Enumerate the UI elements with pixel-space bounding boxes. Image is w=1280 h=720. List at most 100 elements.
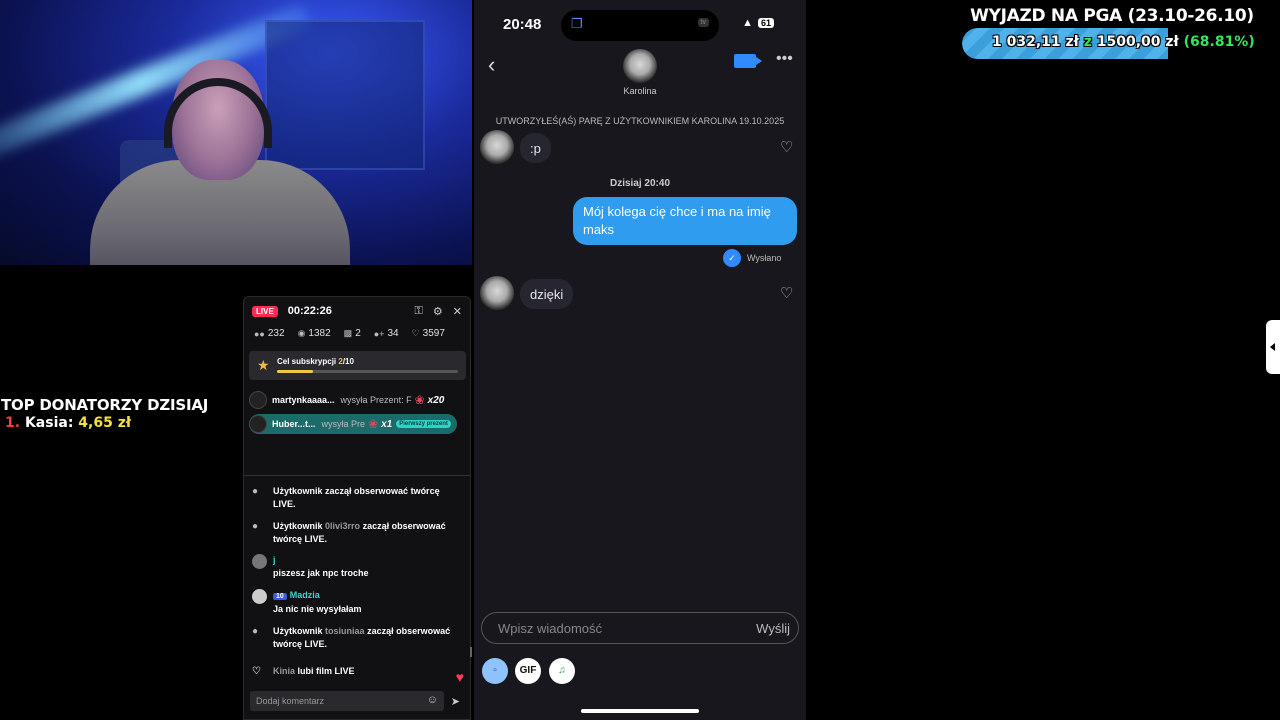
rose-icon: ❀ (368, 417, 379, 431)
donors-title: TOP DONATORZY DZISIAJ (1, 396, 209, 414)
status-time: 20:48 (503, 16, 542, 33)
sub-goal-track (277, 370, 458, 373)
scrollbar[interactable] (470, 647, 472, 657)
avatar (252, 589, 267, 604)
back-icon[interactable]: ‹ (488, 52, 495, 78)
chat-user: Użytkownik (273, 486, 323, 496)
comment-placeholder: Dodaj komentarz (256, 696, 325, 706)
goal-current: 1 032,11 zł (992, 34, 1079, 50)
gift-row: Huber...t... wysyła Pre ❀ x1 Pierwszy pr… (249, 414, 457, 434)
contact-avatar[interactable] (623, 49, 657, 83)
goal-separator: z (1083, 34, 1092, 50)
gift-user: martynkaaaa... (272, 395, 335, 405)
date-separator: Dzisiaj 20:40 (609, 178, 671, 189)
follow-icon: ● (252, 486, 259, 497)
top-donors: TOP DONATORZY DZISIAJ 1. Kasia: 4,65 zł (1, 396, 208, 431)
stat-followers: ●+ 34 (374, 328, 399, 339)
gift-action: wysyła Prezent: F (340, 395, 412, 405)
gif-button[interactable]: GIF (515, 658, 541, 684)
chat-text: Kinia lubi film LIVE (273, 665, 464, 678)
send-button[interactable]: Wyślij (756, 621, 790, 636)
chat-user: Użytkownik (273, 626, 323, 636)
heart-outline-icon: ♡ (252, 666, 261, 677)
heart-outline-icon: ♡ (411, 328, 420, 338)
donor-rank: 1. (5, 415, 21, 431)
battery-icon: 61 (757, 18, 774, 28)
stat-views: ◉ 1382 (298, 328, 331, 339)
contact-name[interactable]: Karolina (594, 86, 686, 96)
like-icon[interactable]: ♡ (780, 284, 793, 302)
wifi-icon: ▲ (742, 17, 753, 29)
chat-text: Użytkownik 0livi3rro zaczął obserwować t… (273, 520, 464, 546)
chat-body: Ja nic nie wysyłałam (273, 604, 362, 614)
chat-text: j piszesz jak npc troche (273, 554, 464, 580)
sub-goal-total: /10 (342, 357, 354, 366)
message-placeholder: Wpisz wiadomość (498, 621, 603, 636)
chat-message: 10 Madzia Ja nic nie wysyłałam (252, 589, 464, 616)
chat-user: j (273, 555, 276, 565)
emoji-icon[interactable]: ☺ (427, 694, 438, 706)
avatar[interactable] (480, 130, 514, 164)
settings-icon[interactable]: ⚙ (433, 305, 443, 318)
live-panel: LIVE 00:22:26 ⚿ ⚙ ✕ ●● 232 ◉ 1382 ▩ 2 ●+ 34 … (243, 296, 472, 720)
gift-row: martynkaaaa... wysyła Prezent: F ❀ x20 (249, 390, 444, 410)
live-timer: 00:22:26 (287, 305, 332, 317)
message-input[interactable]: Wpisz wiadomość Wyślij (481, 612, 799, 644)
viewers-icon: ●● (254, 328, 265, 339)
heart-icon: ♥ (455, 669, 464, 685)
live-controls: ⚿ ⚙ ✕ (415, 305, 462, 318)
chat-body: lubi film LIVE (297, 666, 355, 676)
incoming-message[interactable]: dzięki (520, 279, 574, 309)
sticker-icon[interactable]: ▫ (482, 658, 508, 684)
avatar[interactable] (480, 276, 514, 310)
chat-text: 10 Madzia Ja nic nie wysyłałam (273, 589, 464, 616)
divider (244, 475, 470, 476)
more-icon[interactable]: ••• (776, 50, 793, 68)
comment-input[interactable]: Dodaj komentarz ☺ (250, 691, 444, 711)
side-panel-toggle[interactable] (1266, 320, 1280, 374)
donor-amount: 4,65 zł (78, 415, 132, 431)
chat-message: ♡ Kinia lubi film LIVE (252, 665, 464, 678)
sent-label: Wysłano (747, 253, 782, 263)
live-stats: ●● 232 ◉ 1382 ▩ 2 ●+ 34 ♡ 3597 (254, 328, 445, 339)
goal-target: 1500,00 zł (1096, 34, 1179, 50)
goal-percent: (68.81%) (1183, 34, 1255, 50)
stat-viewers: ●● 232 (254, 328, 285, 339)
subscription-goal[interactable]: ★ Cel subskrypcji 2/10 (249, 351, 466, 380)
video-call-icon[interactable] (734, 54, 762, 68)
views-count: 1382 (308, 328, 331, 339)
outgoing-message[interactable]: Mój kolega cię chce i ma na imię maks (573, 197, 797, 245)
sub-goal-fill (277, 370, 314, 373)
incoming-message[interactable]: :p (520, 133, 551, 163)
chat-message: ● Użytkownik tosiuniaa zaczął obserwować… (252, 625, 464, 651)
chat-user: Kinia (273, 666, 296, 676)
chat-text: Użytkownik tosiuniaa zaczął obserwować t… (273, 625, 464, 651)
chat-message: ● Użytkownik 0livi3rro zaczął obserwować… (252, 520, 464, 546)
like-icon[interactable]: ♡ (780, 138, 793, 156)
live-header: LIVE 00:22:26 ⚿ ⚙ ✕ (252, 303, 462, 319)
chat-text: Użytkownik zaczął obserwować twórcę LIVE… (273, 485, 464, 511)
star-icon: ★ (257, 357, 270, 373)
chat-handle: tosiuniaa (325, 626, 365, 636)
gift-count: x20 (427, 394, 445, 406)
goal-bar: 1 032,11 zł z 1500,00 zł (68.81%) (962, 28, 1262, 59)
music-icon[interactable]: ♫ (549, 658, 575, 684)
stat-gifts: ▩ 2 (344, 328, 361, 339)
screen-share-icon: ❐ (571, 16, 583, 31)
chat-message: ● Użytkownik zaczął obserwować twórcę LI… (252, 485, 464, 511)
phone-screen: 20:48 ❐ tv ▲ 61 ‹ Karolina ••• UTWORZYŁE… (474, 0, 806, 720)
donor-name: Kasia: (24, 415, 74, 431)
chat-user: Użytkownik (273, 521, 323, 531)
gift-icon: ▩ (343, 328, 353, 338)
lock-icon[interactable]: ⚿ (415, 305, 423, 318)
home-indicator[interactable] (581, 709, 699, 713)
sub-goal-title: Cel subskrypcji (277, 357, 337, 366)
likes-count: 3597 (422, 328, 445, 339)
add-user-icon: ●+ (373, 328, 385, 339)
avatar (252, 554, 267, 569)
send-icon[interactable]: ➤ (451, 695, 460, 708)
close-icon[interactable]: ✕ (453, 305, 462, 318)
shelf (265, 20, 425, 170)
match-note: UTWORZYŁEŚ(AŚ) PARĘ Z UŻYTKOWNIKIEM KARO… (495, 116, 785, 126)
level-badge: 10 (273, 593, 287, 600)
